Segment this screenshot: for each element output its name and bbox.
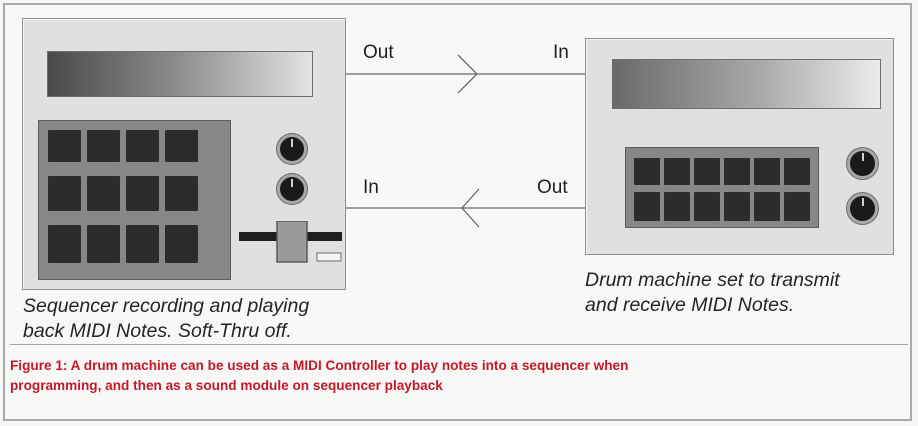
figure-caption: Figure 1: A drum machine can be used as … [10, 356, 870, 396]
sequencer-caption-line: Sequencer recording and playing [23, 295, 310, 317]
sequencer-caption: Sequencer recording and playing back MID… [23, 294, 309, 344]
drum-machine-caption: Drum machine set to transmit and receive… [585, 268, 840, 318]
sequencer-midi-in-label: In [363, 177, 379, 198]
drum-machine-midi-out-label: Out [537, 177, 568, 198]
drum-machine-midi-in-label: In [553, 42, 569, 63]
drum-machine-caption-line: and receive MIDI Notes. [585, 294, 795, 316]
drum-machine-caption-line: Drum machine set to transmit [585, 269, 840, 291]
figure-caption-line: programming, and then as a sound module … [10, 378, 443, 393]
figure-caption-line: Figure 1: A drum machine can be used as … [10, 358, 629, 373]
sequencer-caption-line: back MIDI Notes. Soft-Thru off. [23, 320, 292, 342]
caption-divider [10, 344, 908, 345]
sequencer-midi-out-label: Out [363, 42, 394, 63]
